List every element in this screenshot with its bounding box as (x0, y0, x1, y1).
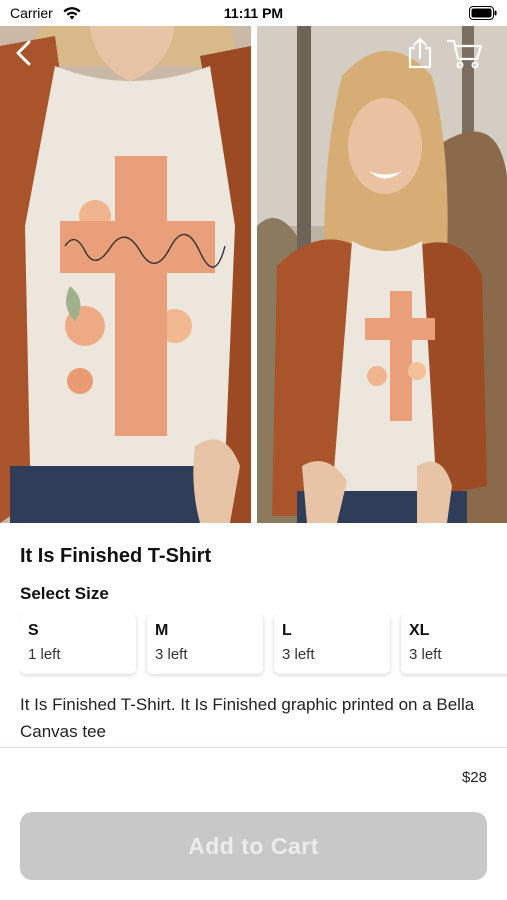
size-stock: 3 left (155, 646, 188, 663)
product-photo-model[interactable] (257, 26, 507, 523)
size-stock: 3 left (409, 646, 442, 663)
size-label: S (28, 622, 39, 639)
battery-icon (469, 6, 497, 20)
product-photo-closeup[interactable] (0, 26, 251, 523)
size-selector: S 1 left M 3 left L 3 left XL 3 left (20, 614, 507, 678)
product-description: It Is Finished T-Shirt. It Is Finished g… (20, 695, 475, 741)
closeup-photo-image (0, 26, 251, 523)
product-price: $28 (461, 769, 487, 786)
cart-icon[interactable] (446, 38, 484, 70)
product-title: It Is Finished T-Shirt (20, 545, 212, 567)
size-label: L (282, 622, 292, 639)
size-option-xl[interactable]: XL 3 left (401, 614, 507, 674)
share-icon[interactable] (404, 36, 436, 70)
select-size-heading: Select Size (20, 584, 109, 603)
add-to-cart-button[interactable]: Add to Cart (20, 812, 487, 880)
footer-divider (0, 747, 507, 748)
back-icon[interactable] (8, 36, 38, 70)
size-option-l[interactable]: L 3 left (274, 614, 390, 674)
size-option-m[interactable]: M 3 left (147, 614, 263, 674)
clock: 11:11 PM (223, 5, 284, 21)
size-label: XL (409, 622, 430, 639)
status-bar: Carrier 11:11 PM (0, 0, 507, 26)
size-option-s[interactable]: S 1 left (20, 614, 136, 674)
model-photo-image (257, 26, 507, 523)
size-label: M (155, 622, 169, 639)
size-stock: 1 left (28, 646, 61, 663)
product-image-gallery[interactable] (0, 26, 507, 523)
size-stock: 3 left (282, 646, 315, 663)
